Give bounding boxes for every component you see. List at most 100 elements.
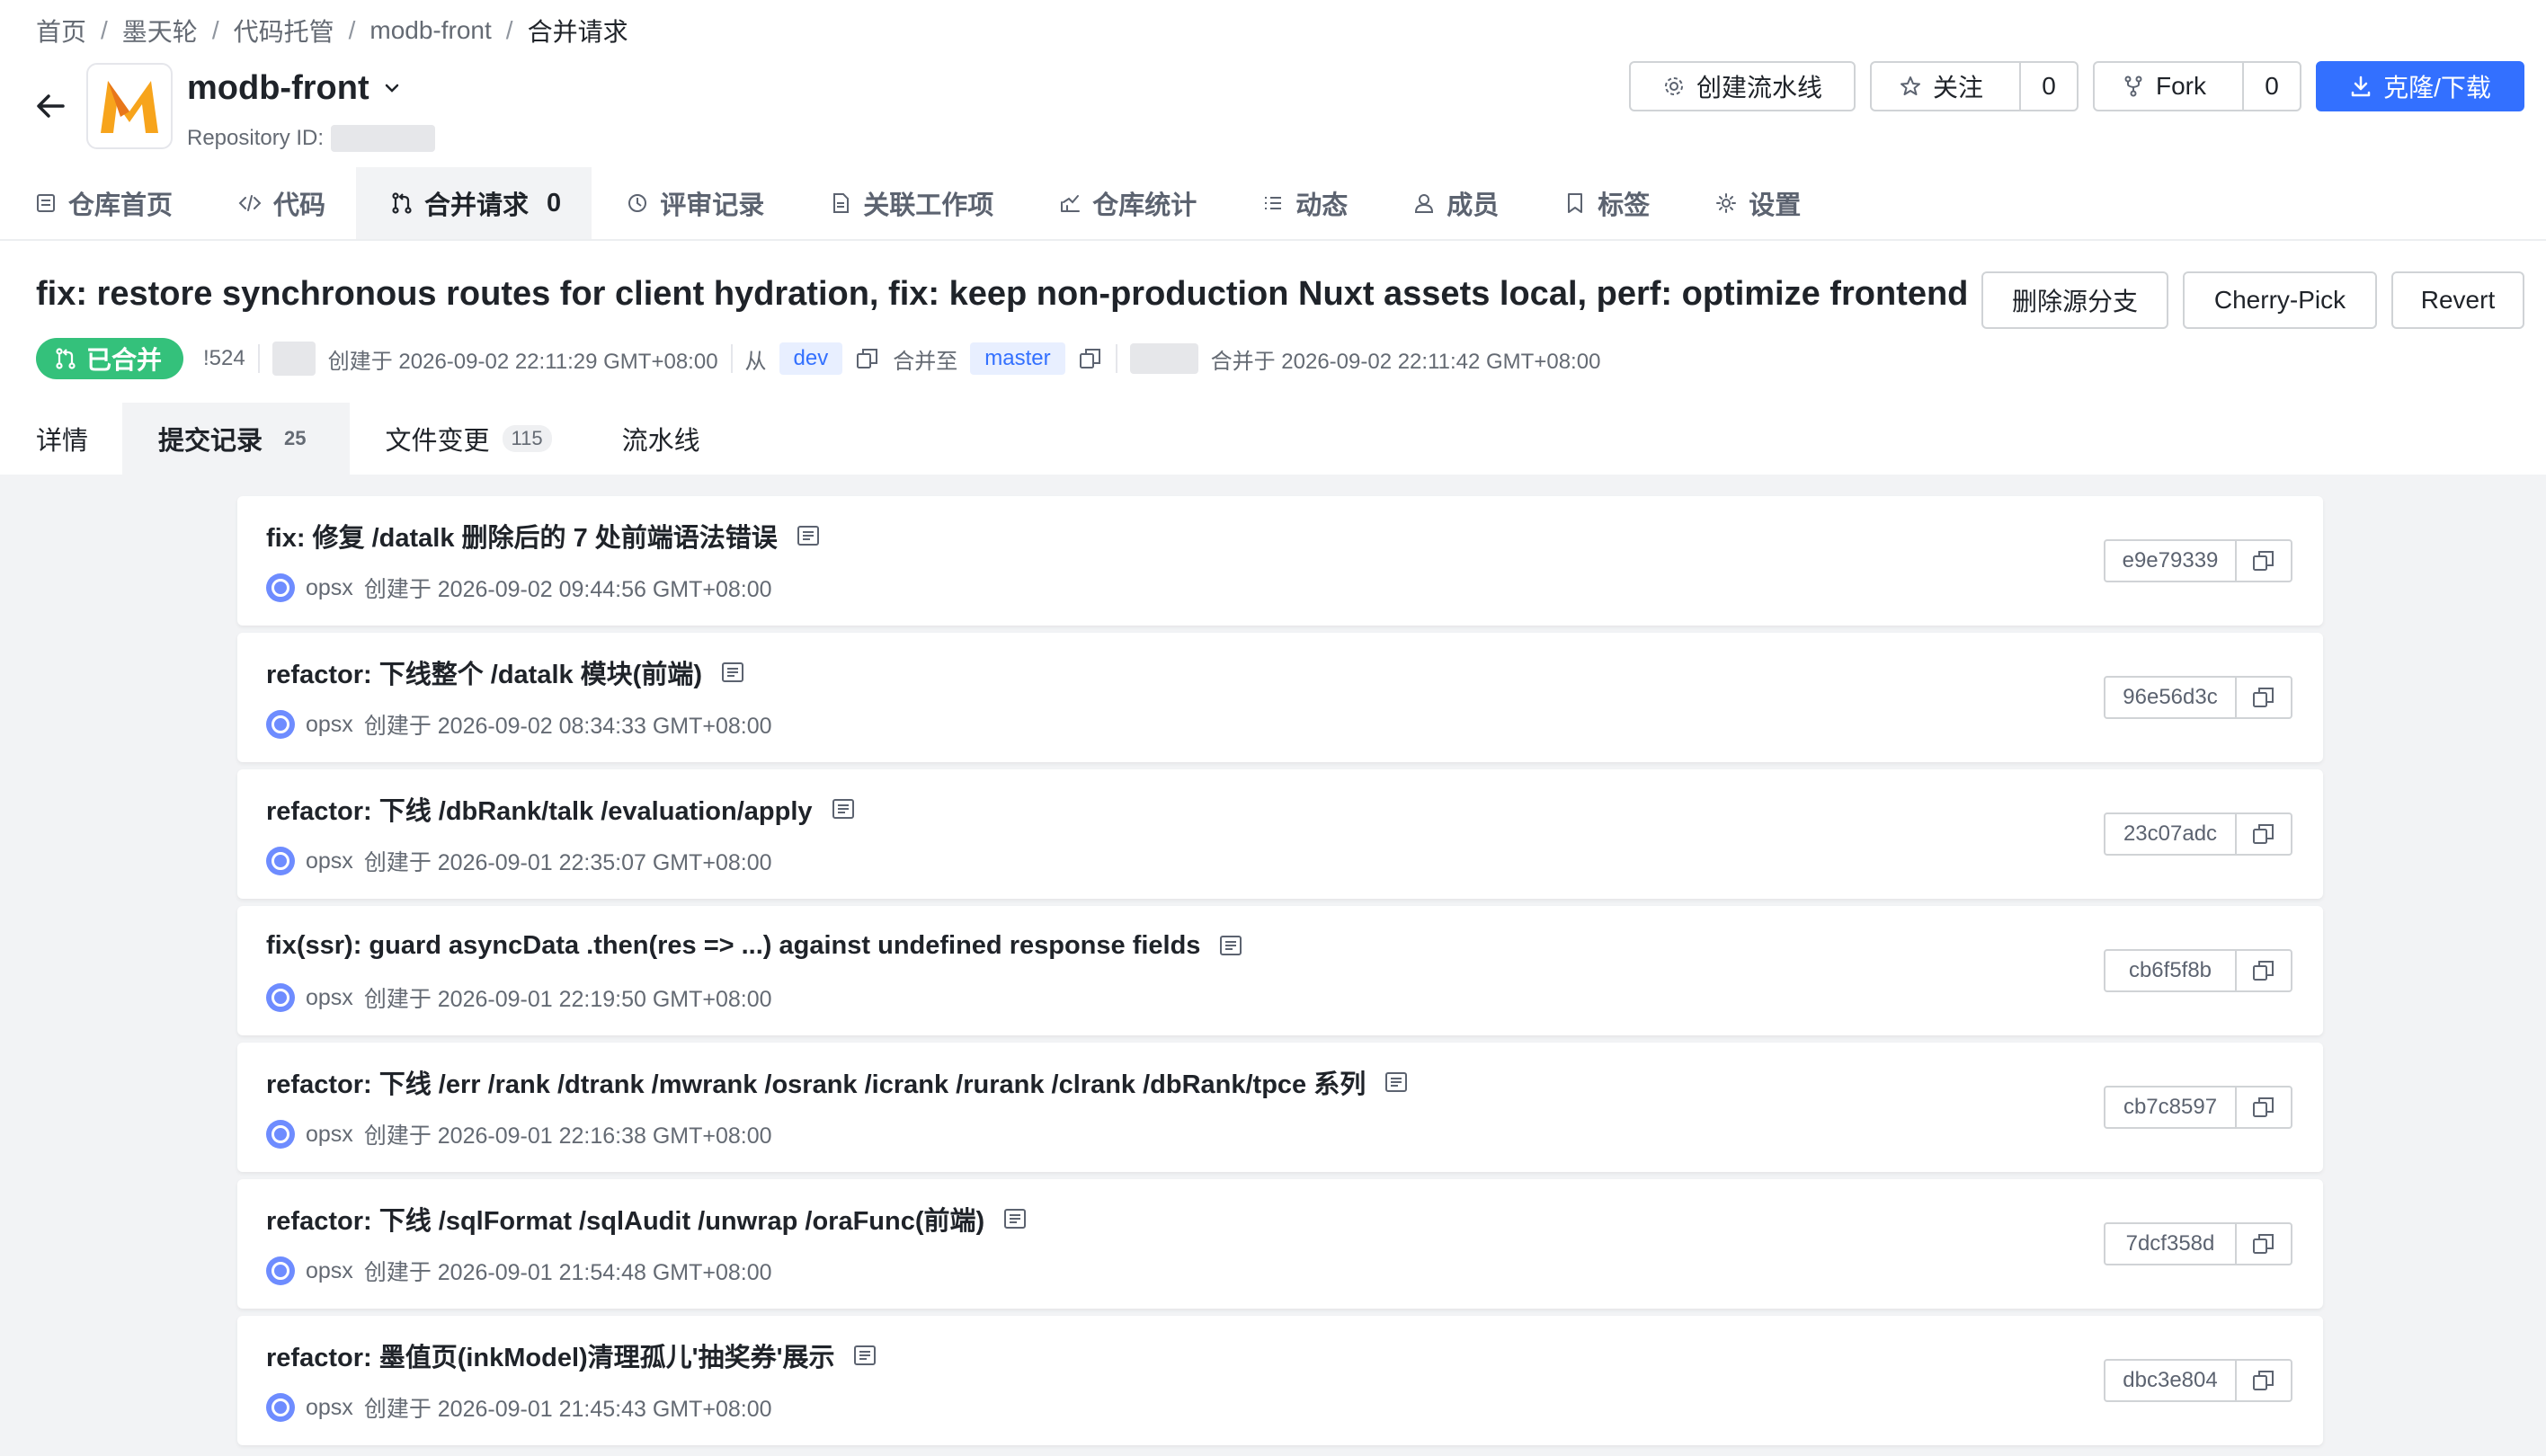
fork-button[interactable]: Fork 0 (2093, 61, 2301, 111)
commit-meta: opsx 创建于 2026-09-01 22:16:38 GMT+08:00 (266, 1118, 772, 1150)
fork-icon (2122, 75, 2145, 98)
commit-author: opsx (306, 711, 353, 737)
commit-sha: dbc3e804 (2104, 1359, 2292, 1402)
download-icon (2349, 75, 2372, 98)
copy-icon[interactable] (2235, 951, 2291, 990)
tab-label: 详情 (36, 427, 89, 456)
commit-message[interactable]: refactor: 下线 /err /rank /dtrank /mwrank … (266, 1064, 1409, 1100)
breadcrumb-separator: / (505, 16, 513, 44)
tab-settings[interactable]: 设置 (1680, 167, 1831, 239)
avatar (266, 710, 295, 739)
commit-detail-icon[interactable] (796, 523, 821, 548)
commit-detail-icon[interactable] (1384, 1070, 1409, 1095)
commit-sha: 96e56d3c (2104, 676, 2292, 719)
breadcrumb-org[interactable]: 墨天轮 (122, 13, 198, 49)
commit-detail-icon[interactable] (852, 1343, 877, 1368)
commit-detail-icon[interactable] (1218, 933, 1243, 958)
tab-tags[interactable]: 标签 (1529, 167, 1680, 239)
tab-merge-requests[interactable]: 合并请求 0 (356, 167, 592, 239)
tab-repo-home[interactable]: 仓库首页 (0, 167, 203, 239)
commit-sha: cb7c8597 (2104, 1086, 2292, 1129)
commit-message[interactable]: refactor: 下线整个 /datalk 模块(前端) (266, 654, 745, 690)
merger-redacted (1129, 343, 1198, 374)
commit-detail-icon[interactable] (831, 796, 856, 821)
tab-review-records[interactable]: 评审记录 (592, 167, 795, 239)
file-change-count: 115 (502, 425, 552, 452)
commit-sha-text[interactable]: cb7c8597 (2105, 1088, 2235, 1127)
merge-request-meta: 已合并 !524 创建于 2026-09-02 22:11:29 GMT+08:… (36, 338, 1600, 379)
breadcrumb-repo[interactable]: modb-front (369, 16, 491, 45)
commit-message-text: refactor: 下线 /err /rank /dtrank /mwrank … (266, 1070, 1366, 1099)
breadcrumb-current: 合并请求 (527, 18, 628, 46)
tab-label: 文件变更 (385, 427, 490, 456)
review-icon (626, 191, 649, 215)
breadcrumb-home[interactable]: 首页 (36, 13, 86, 49)
repo-nav: 仓库首页 代码 合并请求 0 评审记录 关联工作项 仓库统计 动态 成员 标签 … (0, 167, 1831, 239)
tab-commits[interactable]: 提交记录 25 (122, 403, 350, 475)
merge-request-tabs: 详情 提交记录 25 文件变更 115 流水线 (0, 403, 734, 475)
commit-sha-text[interactable]: e9e79339 (2105, 541, 2235, 581)
revert-button[interactable]: Revert (2391, 271, 2524, 329)
create-pipeline-button[interactable]: 创建流水线 (1629, 61, 1856, 111)
commit-message[interactable]: refactor: 下线 /dbRank/talk /evaluation/ap… (266, 791, 856, 827)
merged-status-badge: 已合并 (36, 338, 184, 379)
commit-time: 创建于 2026-09-01 22:19:50 GMT+08:00 (363, 987, 772, 1012)
watch-button[interactable]: 关注 0 (1870, 61, 2079, 111)
repo-name-label: modb-front (187, 68, 369, 107)
copy-icon[interactable] (2235, 541, 2291, 581)
commit-author: opsx (306, 1121, 353, 1147)
fork-label: Fork (2156, 72, 2206, 100)
tab-pipeline[interactable]: 流水线 (586, 403, 734, 475)
commit-sha-text[interactable]: 7dcf358d (2105, 1224, 2235, 1264)
activity-icon (1261, 191, 1285, 215)
avatar (266, 1393, 295, 1422)
cherry-pick-button[interactable]: Cherry-Pick (2183, 271, 2377, 329)
commit-message[interactable]: refactor: 下线 /sqlFormat /sqlAudit /unwra… (266, 1201, 1028, 1237)
commit-message[interactable]: refactor: 墨值页(inkModel)清理孤儿'抽奖券'展示 (266, 1337, 877, 1373)
commit-detail-icon[interactable] (720, 660, 745, 685)
commit-message[interactable]: fix(ssr): guard asyncData .then(res => .… (266, 928, 1243, 963)
copy-icon[interactable] (2235, 1224, 2291, 1264)
commit-message[interactable]: fix: 修复 /datalk 删除后的 7 处前端语法错误 (266, 518, 821, 554)
commit-message-text: fix(ssr): guard asyncData .then(res => .… (266, 930, 1201, 960)
commit-time: 创建于 2026-09-02 09:44:56 GMT+08:00 (363, 577, 772, 602)
tab-activity[interactable]: 动态 (1227, 167, 1378, 239)
tab-label: 合并请求 (424, 191, 530, 220)
repo-name[interactable]: modb-front (187, 67, 402, 110)
commit-sha-text[interactable]: 96e56d3c (2105, 678, 2235, 717)
commit-sha-text[interactable]: cb6f5f8b (2105, 951, 2235, 990)
merge-icon (54, 347, 77, 370)
commit-author: opsx (306, 1257, 353, 1283)
copy-icon[interactable] (2235, 814, 2291, 854)
commit-detail-icon[interactable] (1002, 1206, 1028, 1231)
target-branch-tag[interactable]: master (970, 342, 1065, 375)
page-header: 首页 / 墨天轮 / 代码托管 / modb-front / 合并请求 modb… (0, 0, 2546, 475)
breadcrumb-code-hosting[interactable]: 代码托管 (234, 13, 334, 49)
tag-icon (1563, 191, 1587, 215)
commit-message-text: refactor: 下线整个 /datalk 模块(前端) (266, 661, 702, 689)
commit-sha: cb6f5f8b (2104, 949, 2292, 992)
back-arrow-icon[interactable] (32, 88, 68, 124)
watch-count: 0 (2019, 63, 2077, 110)
commit-item: refactor: 下线 /dbRank/talk /evaluation/ap… (237, 769, 2323, 899)
copy-icon[interactable] (2235, 678, 2291, 717)
commit-sha-text[interactable]: dbc3e804 (2105, 1361, 2235, 1400)
source-branch-tag[interactable]: dev (779, 342, 843, 375)
commit-author: opsx (306, 984, 353, 1010)
commit-message-text: refactor: 墨值页(inkModel)清理孤儿'抽奖券'展示 (266, 1344, 835, 1372)
copy-icon[interactable] (855, 346, 880, 371)
chevron-down-icon (382, 78, 402, 98)
copy-icon[interactable] (1078, 346, 1103, 371)
clone-download-button[interactable]: 克隆/下载 (2316, 61, 2524, 111)
delete-source-branch-button[interactable]: 删除源分支 (1981, 271, 2168, 329)
tab-file-changes[interactable]: 文件变更 115 (350, 403, 586, 475)
copy-icon[interactable] (2235, 1088, 2291, 1127)
tab-details[interactable]: 详情 (0, 403, 122, 475)
tab-code[interactable]: 代码 (203, 167, 356, 239)
copy-icon[interactable] (2235, 1361, 2291, 1400)
tab-linked-workitems[interactable]: 关联工作项 (795, 167, 1024, 239)
author-redacted (272, 342, 316, 376)
tab-repo-stats[interactable]: 仓库统计 (1024, 167, 1227, 239)
tab-members[interactable]: 成员 (1378, 167, 1529, 239)
commit-sha-text[interactable]: 23c07adc (2105, 814, 2235, 854)
